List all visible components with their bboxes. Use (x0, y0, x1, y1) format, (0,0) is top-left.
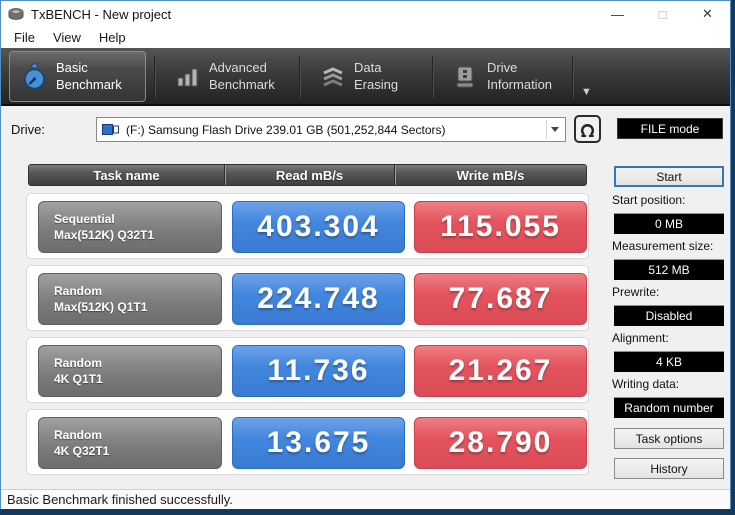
menu-bar: File View Help (1, 27, 730, 48)
prewrite-label: Prewrite: (612, 285, 660, 299)
stopwatch-icon (24, 63, 45, 89)
tab-advanced-benchmark[interactable]: Advanced Benchmark (164, 51, 294, 102)
file-mode-button[interactable]: FILE mode (617, 118, 723, 139)
table-header: Task name Read mB/s Write mB/s (28, 164, 587, 186)
drive-selected-text: (F:) Samsung Flash Drive 239.01 GB (501,… (126, 122, 446, 137)
tab-label: Drive (487, 60, 518, 76)
start-position-value: 0 MB (614, 213, 724, 234)
write-value: 115.055 (414, 201, 587, 253)
menu-file[interactable]: File (5, 30, 44, 45)
close-icon[interactable]: ✕ (685, 1, 730, 27)
benchmark-rows: Sequential Max(512K) Q32T1 403.304 115.0… (26, 193, 589, 481)
usb-drive-icon (102, 124, 119, 135)
start-position-label: Start position: (612, 193, 686, 207)
tab-label: Basic (56, 60, 88, 76)
app-icon (8, 7, 24, 20)
combo-chevron-icon[interactable] (546, 120, 563, 139)
measurement-size-value: 512 MB (614, 259, 724, 280)
write-value: 77.687 (414, 273, 587, 325)
task-button-random-4k-q32t1[interactable]: Random 4K Q32T1 (38, 417, 222, 469)
task-label: Random (54, 283, 102, 298)
read-value: 403.304 (232, 201, 405, 253)
measurement-size-label: Measurement size: (612, 239, 714, 253)
task-label: 4K Q1T1 (54, 372, 103, 386)
status-text: Basic Benchmark finished successfully. (7, 492, 233, 507)
header-task-name: Task name (93, 167, 160, 183)
window-title: TxBENCH - New project (31, 6, 172, 22)
table-row: Random 4K Q1T1 11.736 21.267 (26, 337, 589, 403)
task-label: Sequential (54, 211, 115, 226)
toolbar-separator (572, 56, 574, 98)
task-label: Random (54, 355, 102, 370)
tab-label: Information (487, 76, 553, 92)
writing-data-label: Writing data: (612, 377, 680, 391)
table-row: Random Max(512K) Q1T1 224.748 77.687 (26, 265, 589, 331)
start-button[interactable]: Start (614, 166, 724, 187)
prewrite-value: Disabled (614, 305, 724, 326)
drive-label: Drive: (11, 122, 45, 137)
toolbar: Basic Benchmark Advanced Benchmark Data … (1, 48, 730, 106)
table-row: Random 4K Q32T1 13.675 28.790 (26, 409, 589, 475)
eraser-icon (323, 66, 343, 86)
task-button-sequential-q32t1[interactable]: Sequential Max(512K) Q32T1 (38, 201, 222, 253)
tab-label: Benchmark (56, 76, 122, 92)
alignment-label: Alignment: (612, 331, 669, 345)
maximize-icon[interactable]: □ (640, 1, 685, 27)
drive-select[interactable]: (F:) Samsung Flash Drive 239.01 GB (501,… (96, 117, 566, 142)
task-options-button[interactable]: Task options (614, 428, 724, 449)
status-bar: Basic Benchmark finished successfully. (1, 489, 730, 509)
menu-help[interactable]: Help (90, 30, 135, 45)
task-label: Max(512K) Q32T1 (54, 228, 155, 242)
header-read: Read mB/s (224, 165, 394, 185)
title-bar: TxBENCH - New project — □ ✕ (1, 1, 730, 27)
refresh-drives-button[interactable] (574, 115, 601, 143)
task-label: Max(512K) Q1T1 (54, 300, 148, 314)
toolbar-separator (432, 56, 434, 98)
write-value: 28.790 (414, 417, 587, 469)
history-button[interactable]: History (614, 458, 724, 479)
task-label: 4K Q32T1 (54, 444, 110, 458)
toolbar-separator (154, 56, 156, 98)
tab-label: Data Erasing (353, 60, 399, 92)
task-button-random-q1t1[interactable]: Random Max(512K) Q1T1 (38, 273, 222, 325)
writing-data-value: Random number (614, 397, 724, 418)
txbench-window: TxBENCH - New project — □ ✕ File View He… (0, 0, 731, 509)
bar-chart-icon (177, 68, 198, 86)
refresh-icon (581, 123, 594, 137)
chevron-down-icon[interactable]: ▼ (581, 86, 592, 98)
menu-view[interactable]: View (44, 30, 90, 45)
tab-data-erasing[interactable]: Data Erasing (309, 51, 429, 102)
tab-basic-benchmark[interactable]: Basic Benchmark (9, 51, 146, 102)
header-write: Write mB/s (394, 165, 586, 185)
read-value: 13.675 (232, 417, 405, 469)
write-value: 21.267 (414, 345, 587, 397)
tab-label: Advanced (209, 60, 267, 76)
table-row: Sequential Max(512K) Q32T1 403.304 115.0… (26, 193, 589, 259)
tab-label: Benchmark (209, 76, 275, 92)
drive-icon (456, 66, 474, 87)
minimize-icon[interactable]: — (595, 1, 640, 27)
task-label: Random (54, 427, 102, 442)
task-button-random-4k-q1t1[interactable]: Random 4K Q1T1 (38, 345, 222, 397)
read-value: 11.736 (232, 345, 405, 397)
read-value: 224.748 (232, 273, 405, 325)
alignment-value: 4 KB (614, 351, 724, 372)
toolbar-separator (299, 56, 301, 98)
tab-drive-information[interactable]: Drive Information (442, 51, 569, 102)
